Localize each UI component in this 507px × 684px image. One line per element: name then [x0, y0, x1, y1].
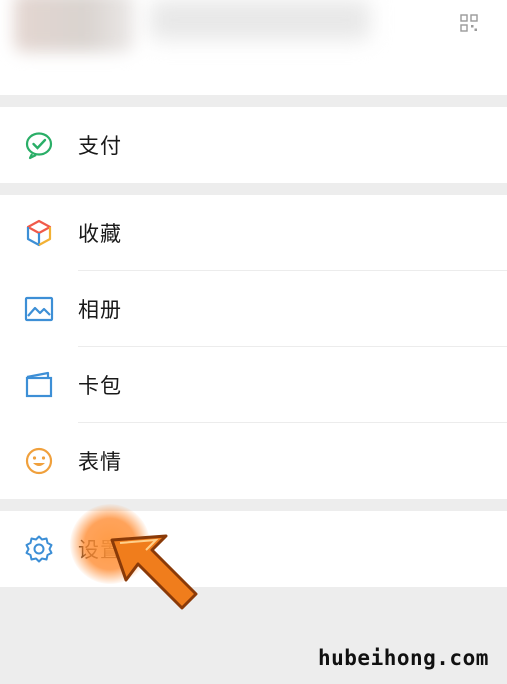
menu-label-pay: 支付	[78, 134, 122, 158]
smile-icon	[25, 447, 53, 475]
profile-name-blurred	[150, 0, 370, 40]
menu-label-favorites: 收藏	[78, 222, 122, 246]
section-divider	[0, 499, 507, 511]
avatar[interactable]	[14, 0, 134, 52]
menu-item-pay[interactable]: 支付	[0, 107, 507, 183]
menu-label-stickers: 表情	[78, 450, 122, 474]
main-group: 收藏 相册 卡包 表情	[0, 195, 507, 499]
menu-item-favorites[interactable]: 收藏	[0, 195, 507, 271]
watermark-text: hubeihong.com	[318, 646, 489, 670]
gear-icon	[25, 535, 53, 563]
menu-label-album: 相册	[78, 298, 122, 322]
pay-group: 支付	[0, 107, 507, 183]
qr-code-icon[interactable]	[460, 14, 478, 32]
menu-item-stickers[interactable]: 表情	[0, 423, 507, 499]
wechat-pay-icon	[25, 132, 53, 160]
pointer-arrow-icon	[110, 534, 198, 610]
cube-icon	[26, 219, 52, 247]
profile-header[interactable]	[0, 0, 507, 95]
image-icon	[24, 296, 54, 322]
menu-item-cards[interactable]: 卡包	[0, 347, 507, 423]
section-divider	[0, 183, 507, 195]
menu-label-cards: 卡包	[78, 374, 122, 398]
wallet-icon	[25, 371, 53, 398]
menu-item-album[interactable]: 相册	[0, 271, 507, 347]
section-divider	[0, 95, 507, 107]
